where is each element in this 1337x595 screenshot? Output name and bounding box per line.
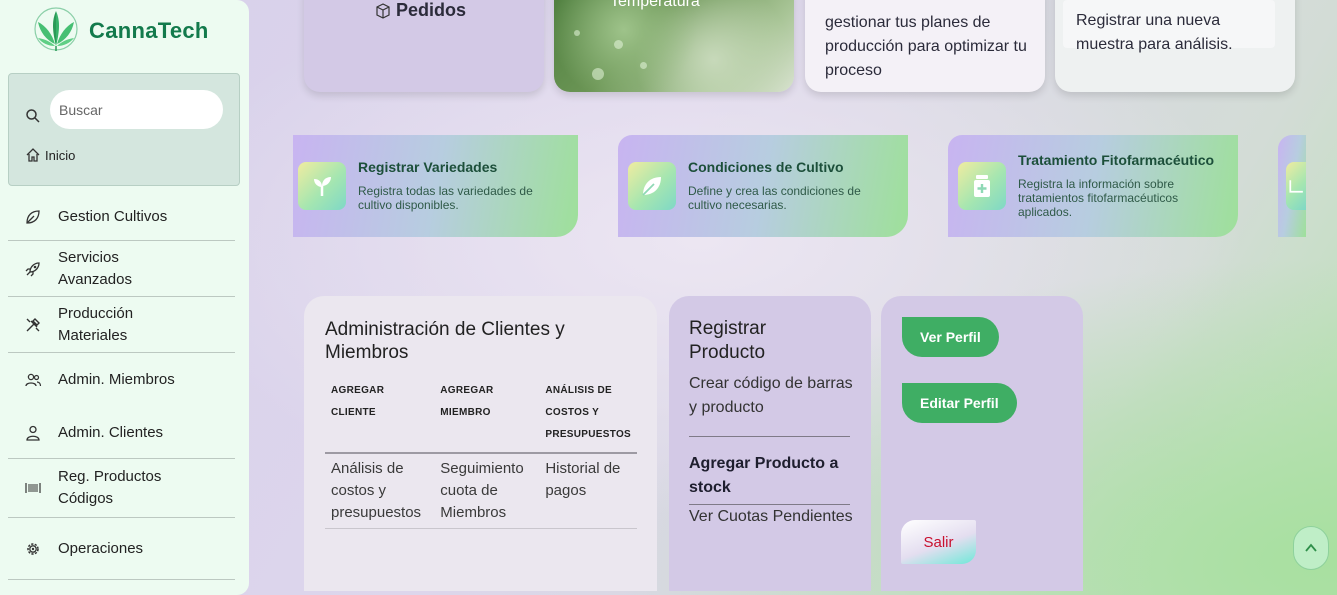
table-row: Análisis de costos y presupuestos Seguim… [325, 453, 637, 529]
person-icon [26, 425, 40, 441]
admin-table: AGREGAR CLIENTE AGREGAR MIEMBRO ANÁLISIS… [325, 378, 637, 529]
divider [689, 436, 850, 437]
home-link[interactable]: Inicio [25, 147, 75, 163]
muestra-text: Registrar una nueva muestra para análisi… [1076, 12, 1233, 53]
box-icon [376, 2, 390, 19]
rocket-icon [25, 261, 40, 276]
home-label: Inicio [45, 148, 76, 163]
analisis-costos-link[interactable]: Análisis de costos y presupuestos [325, 453, 435, 529]
sidebar-item-label: Operaciones [58, 539, 144, 557]
water-drop [574, 30, 580, 36]
sidebar-item-admin-clientes[interactable]: Admin. Clientes [8, 407, 235, 459]
pedidos-card[interactable]: Pedidos [304, 0, 544, 92]
service-icon-box [628, 162, 676, 210]
temperatura-label: Temperatura [610, 0, 700, 10]
chart-icon [1289, 180, 1303, 193]
service-title: Tratamiento Fitofarmacéutico [1018, 152, 1215, 168]
medicine-jar-icon [974, 175, 990, 197]
ver-cuotas-link[interactable]: Ver Cuotas Pendientes [689, 505, 854, 529]
service-icon-box [298, 162, 346, 210]
seguimiento-cuota-link[interactable]: Seguimiento cuota de Miembros [434, 453, 540, 529]
barcode-icon [25, 483, 41, 493]
search-icon[interactable] [25, 108, 41, 124]
chevron-up-icon [1305, 543, 1317, 552]
service-card-partial[interactable] [1278, 135, 1306, 237]
agregar-stock-link[interactable]: Agregar Producto a stock [689, 452, 854, 500]
sidebar-item-servicios-avanzados[interactable]: Servicios Avanzados [8, 241, 235, 297]
registrar-producto-card: Registrar Producto Crear código de barra… [669, 296, 871, 591]
service-title: Condiciones de Cultivo [688, 159, 844, 175]
water-drop [640, 62, 647, 69]
service-desc: Registra todas las variedades de cultivo… [358, 184, 533, 212]
cannabis-logo-icon [34, 7, 78, 51]
scroll-to-top-button[interactable] [1293, 526, 1329, 570]
registrar-producto-title[interactable]: Registrar Producto [689, 317, 809, 365]
service-desc: Registra la información sobre tratamient… [1018, 177, 1179, 219]
sidebar-item-produccion-materiales[interactable]: Producción Materiales [8, 297, 235, 353]
sidebar-item-label: Reg. Productos Códigos [58, 468, 162, 507]
home-icon [26, 148, 40, 162]
perfil-card: Ver Perfil Editar Perfil Salir [881, 296, 1083, 591]
temperatura-card[interactable]: Temperatura [554, 0, 794, 92]
tools-icon [26, 317, 40, 331]
service-title: Registrar Variedades [358, 159, 498, 175]
water-drop [592, 68, 604, 80]
editar-perfil-button[interactable]: Editar Perfil [902, 383, 1017, 423]
sidebar-item-label: Producción Materiales [58, 304, 134, 344]
ver-perfil-button[interactable]: Ver Perfil [902, 317, 999, 357]
crear-codigo-link[interactable]: Crear código de barras y producto [689, 372, 854, 420]
leaf-icon [642, 177, 661, 196]
pedidos-label: Pedidos [396, 0, 467, 20]
service-desc: Define y crea las condiciones de cultivo… [688, 184, 861, 212]
plan-text: gestionar tus planes de producción para … [825, 14, 1027, 79]
service-card-registrar-variedades[interactable]: Registrar Variedades Registra todas las … [293, 135, 578, 237]
sidebar-item-gestion-cultivos[interactable]: Gestion Cultivos [8, 193, 235, 241]
registrar-muestra-card[interactable]: Registrar una nueva muestra para análisi… [1055, 0, 1295, 92]
pedidos-title: Pedidos [375, 0, 466, 21]
sidebar: CannaTech Inicio Gestion Cultivos Servic [0, 0, 249, 595]
service-icon-box [1286, 162, 1306, 210]
service-icon-box [958, 162, 1006, 210]
search-panel: Inicio [8, 73, 240, 186]
sidebar-item-label: Servicios Avanzados [58, 248, 132, 288]
leaf-icon [26, 209, 40, 224]
historial-pagos-link[interactable]: Historial de pagos [539, 453, 637, 529]
agregar-cliente-link[interactable]: AGREGAR CLIENTE [325, 378, 435, 454]
service-card-tratamiento-fitofarmaceutico[interactable]: Tratamiento Fitofarmacéutico Registra la… [948, 135, 1238, 237]
salir-button[interactable]: Salir [901, 520, 976, 564]
plan-produccion-card[interactable]: gestionar tus planes de producción para … [805, 0, 1045, 92]
gear-icon [27, 542, 39, 555]
brand[interactable]: CannaTech [32, 6, 209, 52]
table-header-row: AGREGAR CLIENTE AGREGAR MIEMBRO ANÁLISIS… [325, 378, 637, 454]
admin-clientes-miembros-card: Administración de Clientes y Miembros AG… [304, 296, 657, 591]
admin-card-title: Administración de Clientes y Miembros [325, 319, 565, 363]
sidebar-item-label: Gestion Cultivos [58, 207, 168, 225]
agregar-miembro-link[interactable]: AGREGAR MIEMBRO [434, 378, 540, 454]
sidebar-item-admin-miembros[interactable]: Admin. Miembros [8, 353, 235, 407]
water-drop [614, 40, 623, 49]
sidebar-item-reg-productos-codigos[interactable]: Reg. Productos Códigos [8, 459, 235, 518]
people-icon [25, 373, 42, 387]
search-input[interactable] [50, 90, 223, 129]
analisis-costos-header[interactable]: ANÁLISIS DE COSTOS Y PRESUPUESTOS [539, 378, 637, 454]
sidebar-item-label: Admin. Miembros [58, 371, 175, 388]
sprout-icon [314, 177, 331, 196]
service-card-condiciones-cultivo[interactable]: Condiciones de Cultivo Define y crea las… [618, 135, 908, 237]
brand-name: CannaTech [89, 18, 209, 43]
sidebar-item-label: Admin. Clientes [58, 423, 164, 441]
sidebar-item-operaciones[interactable]: Operaciones [8, 518, 235, 580]
